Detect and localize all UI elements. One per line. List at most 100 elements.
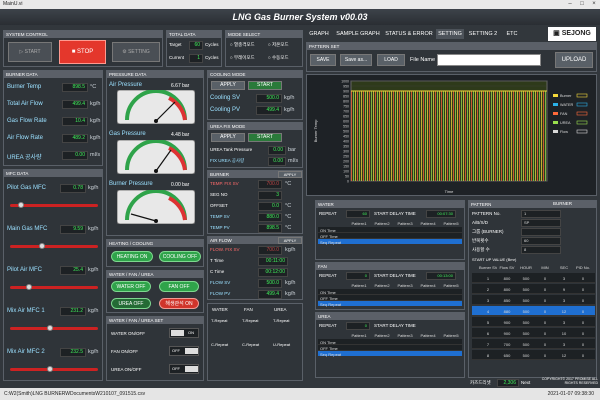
pattern-table-cell[interactable]: 0 bbox=[574, 287, 592, 292]
pattern-table-cell[interactable]: 500 bbox=[517, 298, 535, 303]
fan-off-button[interactable]: FAN OFF bbox=[159, 281, 199, 292]
start-delay-value[interactable]: 00:07:30 bbox=[426, 210, 456, 218]
close-icon[interactable]: × bbox=[588, 0, 600, 9]
pattern-table-cell[interactable]: 900 bbox=[498, 331, 516, 336]
mode-thermal-shock[interactable]: ○ 열충격모드 bbox=[230, 42, 255, 48]
pattern-table-cell[interactable]: 0 bbox=[574, 331, 592, 336]
pattern-table-cell[interactable]: 0 bbox=[536, 309, 554, 314]
cooling-apply-button[interactable]: APPLY bbox=[211, 81, 245, 90]
save-as-button[interactable]: Save as... bbox=[340, 54, 372, 66]
pattern-table-cell[interactable]: 3 bbox=[555, 342, 573, 347]
pattern-table-cell[interactable]: 880 bbox=[498, 309, 516, 314]
pattern-table-cell[interactable]: 0 bbox=[574, 353, 592, 358]
target-value[interactable]: 60 bbox=[189, 41, 203, 50]
setting-button[interactable]: ⚙ SETTING bbox=[112, 42, 160, 62]
urea-onoff-toggle[interactable]: OFF bbox=[169, 364, 199, 374]
pattern-table-cell[interactable]: 0 bbox=[536, 342, 554, 347]
heating-on-button[interactable]: HEATING ON bbox=[111, 251, 153, 262]
load-button[interactable]: LOAD bbox=[377, 54, 405, 66]
pattern-field-value[interactable]: 1 bbox=[521, 210, 561, 218]
tab-setting-2[interactable]: SETTING 2 bbox=[466, 29, 500, 39]
pattern-table-cell[interactable]: 7 bbox=[479, 342, 497, 347]
maximize-icon[interactable]: □ bbox=[576, 0, 588, 9]
pattern-table-cell[interactable]: 0 bbox=[574, 320, 592, 325]
cooling-sv-value[interactable]: 500.0 bbox=[256, 94, 282, 103]
pattern-field-value[interactable]: 60 bbox=[521, 237, 561, 245]
pattern-table-cell[interactable]: 5 bbox=[479, 320, 497, 325]
pattern-table-cell[interactable]: 500 bbox=[517, 331, 535, 336]
tab-setting[interactable]: SETTING bbox=[436, 29, 464, 39]
pattern-table-cell[interactable]: 700 bbox=[498, 342, 516, 347]
pattern-table-cell[interactable]: 500 bbox=[517, 320, 535, 325]
mfc-slider-knob[interactable] bbox=[18, 202, 25, 208]
pattern-table-cell[interactable]: 650 bbox=[498, 353, 516, 358]
pattern-table-cell[interactable]: 2 bbox=[479, 287, 497, 292]
flow-fix-value[interactable]: 700.0 bbox=[258, 246, 282, 255]
pattern-table-cell[interactable]: 0 bbox=[574, 309, 592, 314]
urea-off-button[interactable]: UREA OFF bbox=[111, 298, 151, 309]
pattern-table-cell[interactable]: 500 bbox=[517, 309, 535, 314]
pattern-table-cell[interactable]: 0 bbox=[574, 276, 592, 281]
mfc-slider-track[interactable] bbox=[10, 368, 98, 371]
repeat-value[interactable]: 0 bbox=[346, 322, 370, 330]
mfc-slider-track[interactable] bbox=[10, 245, 98, 248]
pattern-table-cell[interactable]: 10 bbox=[555, 331, 573, 336]
water-onoff-toggle[interactable]: ON bbox=[169, 328, 199, 338]
fan-onoff-toggle[interactable]: OFF bbox=[169, 346, 199, 356]
pattern-table-cell[interactable]: 0 bbox=[536, 276, 554, 281]
pattern-table-cell[interactable]: 3 bbox=[555, 298, 573, 303]
upload-button[interactable]: UPLOAD bbox=[555, 52, 593, 68]
cooling-start-button[interactable]: START bbox=[248, 81, 282, 90]
offset-value[interactable]: 0.0 bbox=[258, 202, 282, 211]
pattern-table-cell[interactable]: 1 bbox=[479, 276, 497, 281]
urea-on-button[interactable]: 해생관석 ON bbox=[159, 298, 199, 309]
pattern-table-cell[interactable]: 500 bbox=[517, 342, 535, 347]
pattern-table-cell[interactable]: 500 bbox=[517, 276, 535, 281]
air-flow-apply-button[interactable]: APPLY bbox=[278, 237, 302, 244]
pattern-table-cell[interactable]: 6 bbox=[479, 331, 497, 336]
pattern-table-cell[interactable]: 800 bbox=[498, 276, 516, 281]
pattern-table-cell[interactable]: 800 bbox=[498, 287, 516, 292]
mfc-slider-knob[interactable] bbox=[46, 325, 53, 331]
pattern-field-value[interactable]: SP bbox=[521, 219, 561, 227]
water-off-button[interactable]: WATER OFF bbox=[111, 281, 151, 292]
tab-status-error[interactable]: STATUS & ERROR bbox=[384, 29, 434, 39]
pattern-table-cell[interactable]: 0 bbox=[536, 320, 554, 325]
pattern-table-cell[interactable]: 0 bbox=[536, 287, 554, 292]
pattern-table-cell[interactable]: 3 bbox=[555, 276, 573, 281]
pattern-table-cell[interactable]: 500 bbox=[517, 353, 535, 358]
minimize-icon[interactable]: – bbox=[564, 0, 576, 9]
mfc-slider-knob[interactable] bbox=[46, 366, 53, 372]
pattern-table-cell[interactable]: 12 bbox=[555, 353, 573, 358]
stop-button[interactable]: ■ STOP bbox=[59, 40, 106, 64]
pattern-table-cell[interactable]: 9 bbox=[555, 287, 573, 292]
urea-apply-button[interactable]: APPLY bbox=[211, 133, 245, 142]
save-button[interactable]: SAVE bbox=[310, 54, 336, 66]
pattern-table-cell[interactable]: 850 bbox=[498, 298, 516, 303]
pattern-table-cell[interactable]: 0 bbox=[536, 331, 554, 336]
pattern-table-cell[interactable]: 0 bbox=[536, 353, 554, 358]
burner-apply-button[interactable]: APPLY bbox=[278, 171, 302, 178]
pattern-table-cell[interactable]: 8 bbox=[479, 353, 497, 358]
pattern-table-cell[interactable]: 12 bbox=[555, 309, 573, 314]
pattern-table-cell[interactable]: 3 bbox=[555, 320, 573, 325]
pattern-table-cell[interactable]: 500 bbox=[517, 287, 535, 292]
tab-graph[interactable]: GRAPH bbox=[306, 29, 332, 39]
pattern-table-cell[interactable]: 3 bbox=[479, 298, 497, 303]
mfc-slider-track[interactable] bbox=[10, 327, 98, 330]
repeat-value[interactable]: 0 bbox=[346, 272, 370, 280]
pattern-table-cell[interactable]: 4 bbox=[479, 309, 497, 314]
pattern-field-value[interactable] bbox=[521, 228, 561, 236]
mode-low-temp[interactable]: ○ 저온모드 bbox=[268, 42, 289, 48]
file-name-input[interactable] bbox=[437, 54, 541, 66]
mfc-slider-knob[interactable] bbox=[38, 243, 45, 249]
mode-manual[interactable]: ○ 수동모드 bbox=[268, 55, 289, 61]
pattern-table-cell[interactable]: 0 bbox=[536, 298, 554, 303]
start-delay-value[interactable]: 00:13:00 bbox=[426, 272, 456, 280]
cooling-off-button[interactable]: COOLING OFF bbox=[159, 251, 201, 262]
urea-start-button[interactable]: START bbox=[248, 133, 282, 142]
urea-fix-value[interactable]: 0.00 bbox=[268, 157, 286, 166]
pattern-table-cell[interactable]: 900 bbox=[498, 320, 516, 325]
mode-three[interactable]: ○ 무레이모드 bbox=[230, 55, 255, 61]
mfc-slider-track[interactable] bbox=[10, 286, 98, 289]
